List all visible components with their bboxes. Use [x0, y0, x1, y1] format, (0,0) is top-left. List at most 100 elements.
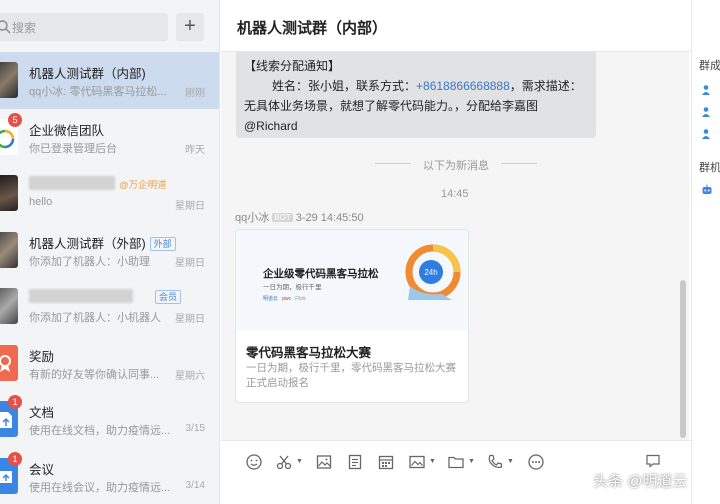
member-icon[interactable] — [701, 128, 713, 140]
unread-badge: 5 — [8, 112, 22, 127]
card-title: 零代码黑客马拉松大赛 — [246, 346, 372, 360]
chat-header: 机器人测试群（内部） — [221, 0, 691, 52]
lead-notification-message[interactable]: 【线索分配通知】 姓名：张小姐，联系方式：+8618866668888，需求描述… — [236, 52, 596, 138]
conversation-sidebar: 搜索 + 机器人测试群（内部) qq小冰: 零代码黑客马拉松... 刚刚 5 企… — [0, 0, 220, 504]
conversation-item[interactable]: @万企明道 hello 星期日 — [0, 165, 219, 222]
banner-subtitle: 一日为期，极行千里 — [263, 284, 322, 291]
conversation-preview: hello — [29, 196, 53, 208]
card-description: 一日为期，极行千里，零代码黑客马拉松大赛正式启动报名 — [246, 362, 456, 389]
avatar — [0, 231, 18, 268]
divider-line — [375, 163, 411, 164]
conversation-item[interactable]: 机器人测试群（外部) 外部 你添加了机器人：小助理 星期日 — [0, 222, 219, 279]
conversation-preview: 你已登录管理后台 — [29, 142, 117, 155]
conversation-title: 会员 — [29, 289, 182, 304]
conversation-time: 星期日 — [175, 314, 205, 325]
image-icon[interactable] — [315, 453, 333, 471]
message-line: 【线索分配通知】 — [244, 59, 341, 73]
conversation-time: 星期日 — [175, 201, 205, 212]
chevron-down-icon[interactable]: ▼ — [296, 458, 303, 465]
members-label: 群成 — [699, 60, 720, 72]
group-bots-label: 群机 — [699, 162, 720, 174]
message-scrollbar[interactable] — [680, 280, 686, 438]
add-button[interactable]: + — [176, 13, 204, 41]
message-text: ，需求描述： — [509, 79, 582, 93]
clock-ring-graphic: 24h — [405, 244, 461, 300]
conversation-preview: 你添加了机器人：小机器人 — [29, 312, 161, 324]
conversation-title: 会议 — [29, 462, 55, 477]
message-text: 姓名：张小姐，联系方式： — [272, 79, 417, 93]
sender-info: qq小冰 BOT 3-29 14:45:50 — [235, 209, 364, 225]
watermark: 头条 @明道云 — [593, 473, 688, 490]
avatar — [0, 344, 18, 381]
conversation-title: 机器人测试群（内部) — [29, 67, 146, 81]
unread-badge: 1 — [8, 451, 22, 466]
conversation-item[interactable]: 会员 你添加了机器人：小机器人 星期日 — [0, 278, 219, 335]
emoji-icon[interactable] — [245, 453, 263, 471]
divider-line — [501, 163, 537, 164]
link-card-message[interactable]: 企业级零代码黑客马拉松 一日为期，极行千里 明道云 pwc Flink 24h … — [235, 229, 469, 403]
unread-badge: 1 — [8, 395, 22, 409]
chat-bubble-icon[interactable] — [645, 453, 661, 469]
chat-title: 机器人测试群（内部） — [237, 20, 388, 37]
chevron-down-icon[interactable]: ▼ — [468, 458, 475, 465]
reward-icon — [0, 354, 11, 372]
scissors-icon[interactable] — [275, 453, 293, 471]
banner-logo: Flink — [295, 296, 306, 302]
screenshot-icon[interactable] — [408, 453, 426, 471]
plus-icon: + — [184, 15, 196, 37]
document-icon[interactable] — [346, 453, 364, 471]
avatar — [0, 62, 18, 98]
conversation-title: 奖励 — [29, 349, 55, 364]
conversation-preview: 使用在线会议，助力疫情远... — [29, 481, 171, 494]
group-info-panel: 群成 群机 — [691, 0, 720, 504]
conversation-item[interactable]: 1 会议 使用在线会议，助力疫情远... 3/14 — [0, 448, 219, 504]
banner-logo: pwc — [282, 296, 292, 302]
robot-icon[interactable] — [701, 184, 713, 196]
conversation-title-text: 机器人测试群（外部) — [29, 236, 146, 251]
company-tag: @万企明道 — [119, 180, 167, 191]
conversation-title: 企业微信团队 — [29, 123, 105, 138]
conversation-time: 昨天 — [185, 144, 205, 156]
conversation-preview: qq小冰: 零代码黑客马拉松... — [29, 86, 167, 98]
conversation-title: 机器人测试群（外部) 外部 — [29, 233, 176, 252]
conversation-title: @万企明道 — [29, 176, 167, 191]
divider-text: 以下为新消息 — [423, 160, 489, 172]
phone-link[interactable]: +8618866668888 — [416, 79, 510, 93]
search-input[interactable]: 搜索 — [0, 13, 168, 41]
sent-time: 3-29 14:45:50 — [295, 212, 364, 224]
chevron-down-icon[interactable]: ▼ — [507, 458, 514, 465]
conversation-item[interactable]: 奖励 有新的好友等你确认同事... 星期六 — [0, 335, 219, 392]
conversation-time: 星期六 — [175, 370, 205, 382]
redacted-name — [29, 289, 133, 303]
conversation-time: 3/14 — [185, 479, 205, 491]
conversation-list: 机器人测试群（内部) qq小冰: 零代码黑客马拉松... 刚刚 5 企业微信团队… — [0, 52, 219, 504]
conversation-item[interactable]: 5 企业微信团队 你已登录管理后台 昨天 — [0, 109, 219, 166]
conversation-time: 3/15 — [185, 423, 205, 434]
conversation-item[interactable]: 机器人测试群（内部) qq小冰: 零代码黑客马拉松... 刚刚 — [0, 52, 219, 109]
calendar-icon[interactable] — [377, 453, 395, 471]
new-messages-divider: 以下为新消息 — [371, 155, 541, 172]
message-timestamp: 14:45 — [441, 188, 469, 200]
redacted-name — [29, 176, 115, 190]
conversation-item[interactable]: 1 文档 使用在线文档，助力疫情远... 3/15 — [0, 391, 219, 448]
more-icon[interactable] — [527, 453, 545, 471]
conversation-time: 刚刚 — [185, 88, 205, 99]
sender-name[interactable]: qq小冰 — [235, 212, 269, 224]
add-member-icon[interactable] — [701, 84, 713, 96]
phone-icon[interactable] — [486, 453, 504, 471]
banner-logos: 明道云 pwc Flink — [263, 295, 306, 302]
banner-title: 企业级零代码黑客马拉松 — [263, 268, 379, 280]
folder-icon[interactable] — [447, 453, 465, 471]
search-placeholder: 搜索 — [12, 21, 37, 35]
message-line: @Richard — [244, 119, 298, 133]
conversation-preview: 有新的好友等你确认同事... — [29, 368, 160, 381]
conversation-title: 文档 — [29, 406, 55, 420]
avatar — [0, 288, 18, 324]
member-icon[interactable] — [701, 106, 713, 118]
message-area[interactable]: 【线索分配通知】 姓名：张小姐，联系方式：+8618866668888，需求描述… — [221, 52, 689, 440]
external-tag: 外部 — [149, 236, 176, 251]
card-banner: 企业级零代码黑客马拉松 一日为期，极行千里 明道云 pwc Flink 24h — [236, 230, 468, 330]
conversation-time: 星期日 — [175, 257, 205, 269]
bot-tag: BOT — [272, 213, 293, 222]
chevron-down-icon[interactable]: ▼ — [429, 458, 436, 465]
